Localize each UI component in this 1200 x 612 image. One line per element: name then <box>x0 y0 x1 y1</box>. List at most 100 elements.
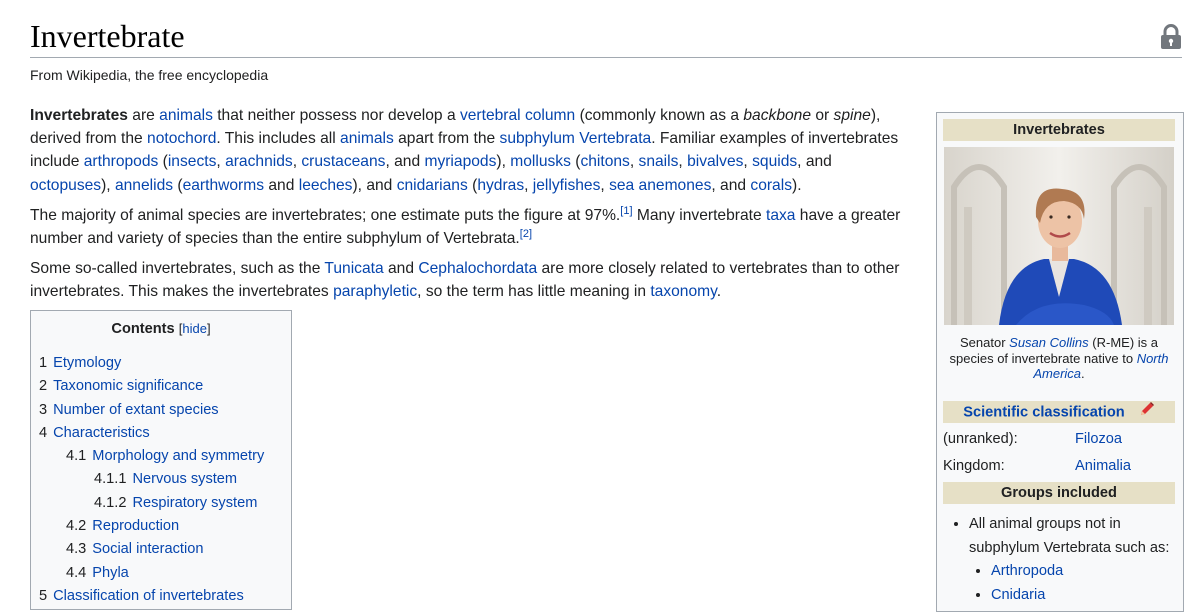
toc-title: Contents <box>111 321 175 337</box>
italic-term: spine <box>833 107 871 124</box>
toc-item-link[interactable]: Phyla <box>92 565 129 581</box>
inline-link[interactable]: annelids <box>115 177 173 194</box>
inline-link[interactable]: crustaceans <box>301 153 385 170</box>
text-run: ), <box>496 153 511 171</box>
inline-link[interactable]: bivalves <box>687 153 743 170</box>
inline-link[interactable]: taxa <box>766 207 795 224</box>
inline-link[interactable]: notochord <box>147 130 216 147</box>
inline-link[interactable]: sea anemones <box>609 177 711 194</box>
classification-row-kingdom: Kingdom: Animalia <box>943 455 1179 477</box>
text-run: , so the term has little meaning in <box>417 283 651 301</box>
intro-paragraph-2: The majority of animal species are inver… <box>30 204 910 250</box>
infobox-title: Invertebrates <box>943 119 1175 141</box>
inline-link[interactable]: corals <box>750 177 792 194</box>
text-run: , and <box>385 153 425 171</box>
inline-link[interactable]: subphylum Vertebrata <box>500 130 652 147</box>
intro-paragraph-1: Invertebrates are animals that neither p… <box>30 104 910 197</box>
inline-link[interactable]: vertebral column <box>460 107 575 124</box>
inline-link[interactable]: chitons <box>580 153 629 170</box>
toc-item[interactable]: 4.4 Phyla <box>31 562 291 585</box>
toc-item-link[interactable]: Taxonomic significance <box>53 378 203 394</box>
bold-term: Invertebrates <box>30 107 128 124</box>
inline-link[interactable]: snails <box>639 153 679 170</box>
toc-list: 1 Etymology 2 Taxonomic significance 3 Number… <box>31 352 291 608</box>
group-subitem: Arthropoda <box>991 560 1173 584</box>
inline-link[interactable]: jellyfishes <box>533 177 601 194</box>
inline-link[interactable]: squids <box>752 153 797 170</box>
inline-link[interactable]: hydras <box>477 177 524 194</box>
text-run: or <box>811 107 834 124</box>
toc-item[interactable]: 4.2 Reproduction <box>31 515 291 538</box>
classification-value-link[interactable]: Filozoa <box>1075 428 1122 450</box>
toc-item[interactable]: 4.1 Morphology and symmetry <box>31 445 291 468</box>
text-run: ), <box>101 176 115 194</box>
inline-link[interactable]: arthropods <box>84 153 159 170</box>
inline-link[interactable]: taxonomy <box>650 283 716 300</box>
text-run: , <box>216 153 226 171</box>
group-subitem-link[interactable]: Arthropoda <box>991 563 1063 579</box>
text-run: , <box>743 153 753 171</box>
toc-item-link[interactable]: Social interaction <box>92 541 203 557</box>
toc-item-link[interactable]: Reproduction <box>92 518 179 534</box>
toc-item[interactable]: 2 Taxonomic significance <box>31 375 291 398</box>
text-run: ( <box>158 153 168 171</box>
toc-item[interactable]: 4 Characteristics <box>31 422 291 445</box>
toc-item-number: 4.1.2 <box>94 494 127 511</box>
citation-link[interactable]: [1] <box>620 205 632 217</box>
toc-item[interactable]: 5 Classification of invertebrates <box>31 585 291 608</box>
infobox-photo[interactable] <box>944 147 1174 325</box>
text-run: ( <box>570 153 581 171</box>
groups-included-header: Groups included <box>943 482 1175 504</box>
toc-item[interactable]: 1 Etymology <box>31 352 291 375</box>
table-of-contents: Contents [hide] 1 Etymology 2 Taxonomic sig… <box>30 310 292 610</box>
toc-item-link[interactable]: Classification of invertebrates <box>53 588 244 604</box>
toc-item[interactable]: 4.1.2 Respiratory system <box>31 492 291 515</box>
lock-icon[interactable] <box>1160 24 1182 50</box>
inline-link[interactable]: cnidarians <box>397 177 468 194</box>
toc-item-number: 3 <box>39 401 48 418</box>
toc-hide-link[interactable]: hide <box>182 321 207 336</box>
toc-item-link[interactable]: Morphology and symmetry <box>92 448 264 464</box>
classification-label: Kingdom: <box>943 458 1005 474</box>
toc-item-number: 4 <box>39 424 48 441</box>
inline-link[interactable]: insects <box>168 153 217 170</box>
toc-item-link[interactable]: Etymology <box>53 355 121 371</box>
classification-label: (unranked): <box>943 431 1018 447</box>
toc-item-link[interactable]: Respiratory system <box>132 495 257 511</box>
inline-link[interactable]: Tunicata <box>324 260 383 277</box>
text-run: , <box>678 153 688 171</box>
toc-hide-toggle[interactable]: [hide] <box>179 321 211 336</box>
toc-item-number: 4.3 <box>66 541 87 558</box>
toc-item[interactable]: 3 Number of extant species <box>31 399 291 422</box>
text-run: (commonly known as a <box>575 107 744 124</box>
text-run: that neither possess nor develop a <box>212 107 460 124</box>
text-run: apart from the <box>393 130 500 148</box>
citation-link[interactable]: [2] <box>520 228 532 240</box>
inline-link[interactable]: earthworms <box>183 177 264 194</box>
inline-link[interactable]: Susan Collins <box>1009 335 1089 350</box>
inline-link[interactable]: Cephalochordata <box>418 260 537 277</box>
toc-item-link[interactable]: Characteristics <box>53 425 150 441</box>
group-subitem-link[interactable]: Cnidaria <box>991 587 1045 603</box>
inline-link[interactable]: myriapods <box>424 153 496 170</box>
inline-link[interactable]: animals <box>340 130 394 147</box>
inline-link[interactable]: octopuses <box>30 177 101 194</box>
classification-value-link[interactable]: Animalia <box>1075 455 1131 477</box>
classification-row-unranked: (unranked): Filozoa <box>943 428 1179 450</box>
pencil-icon[interactable] <box>1139 401 1155 424</box>
inline-link[interactable]: arachnids <box>225 153 293 170</box>
inline-link[interactable]: mollusks <box>510 153 571 170</box>
toc-item[interactable]: 4.3 Social interaction <box>31 538 291 561</box>
inline-link[interactable]: paraphyletic <box>333 283 417 300</box>
inline-link[interactable]: animals <box>159 107 213 124</box>
article-body: Invertebrates are animals that neither p… <box>30 104 910 311</box>
toc-item-number: 2 <box>39 378 48 395</box>
group-item: All animal groups not in subphylum Verte… <box>969 513 1173 607</box>
toc-item[interactable]: 4.1.1 Nervous system <box>31 468 291 491</box>
toc-item-link[interactable]: Number of extant species <box>53 402 218 418</box>
toc-item-link[interactable]: Nervous system <box>132 471 237 487</box>
scientific-classification-label[interactable]: Scientific classification <box>963 404 1124 420</box>
text-run: are <box>127 107 160 124</box>
inline-link[interactable]: leeches <box>299 177 353 194</box>
text-run: ( <box>173 176 183 194</box>
